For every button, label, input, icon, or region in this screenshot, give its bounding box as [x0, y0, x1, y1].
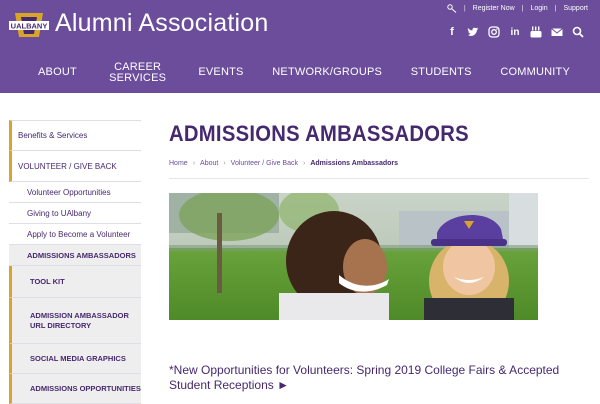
support-link[interactable]: Support	[563, 5, 588, 12]
nav-label: NETWORK/GROUPS	[272, 66, 383, 78]
register-link[interactable]: Register Now	[473, 5, 515, 12]
breadcrumb-home[interactable]: Home	[169, 160, 188, 167]
sidebar-item-tool-kit[interactable]: TOOL KIT	[9, 266, 141, 298]
sidebar-item-benefits[interactable]: Benefits & Services	[9, 120, 141, 151]
logo-text: UALBANY	[11, 22, 48, 31]
nav-about[interactable]: ABOUT	[38, 67, 77, 78]
chevron-right-icon: ›	[192, 160, 196, 167]
nav-community[interactable]: COMMUNITY	[500, 67, 570, 78]
utility-separator: |	[521, 5, 524, 12]
nav-label: ABOUT	[38, 66, 77, 78]
nav-label: COMMUNITY	[500, 66, 570, 78]
utility-links: | Register Now | Login | Support	[447, 4, 588, 13]
nav-career-services[interactable]: CAREER SERVICES	[106, 60, 170, 84]
sidebar-item-apply-volunteer[interactable]: Apply to Become a Volunteer	[9, 224, 141, 245]
email-icon[interactable]	[551, 26, 563, 38]
sidebar-item-social-media-graphics[interactable]: SOCIAL MEDIA GRAPHICS	[9, 344, 141, 374]
breadcrumb-volunteer[interactable]: Volunteer / Give Back	[231, 160, 298, 167]
main-nav: ABOUT CAREER SERVICES EVENTS NETWORK/GROU…	[0, 52, 600, 93]
divider	[169, 178, 589, 179]
sidebar-item-admissions-ambassadors[interactable]: ADMISSIONS AMBASSADORS	[9, 245, 141, 266]
breadcrumb-current: Admissions Ambassadors	[310, 160, 399, 167]
site-title[interactable]: Alumni Association	[55, 9, 268, 38]
youtube-icon[interactable]	[530, 26, 542, 38]
chevron-right-icon: ›	[223, 160, 226, 167]
sidebar-nav: Benefits & Services VOLUNTEER / GIVE BAC…	[9, 120, 141, 404]
nav-events[interactable]: EVENTS	[198, 67, 243, 78]
utility-separator: |	[554, 5, 557, 12]
nav-label: STUDENTS	[410, 66, 472, 78]
social-icons: f in	[446, 26, 584, 38]
sidebar-item-volunteer-opportunities[interactable]: Volunteer Opportunities	[9, 182, 141, 203]
facebook-icon[interactable]: f	[446, 26, 458, 38]
sidebar-item-url-directory[interactable]: ADMISSION AMBASSADOR URL DIRECTORY	[9, 298, 141, 344]
breadcrumb: Home › About › Volunteer / Give Back › A…	[169, 160, 398, 167]
ualbany-logo[interactable]: UALBANY	[9, 11, 49, 39]
sidebar-item-giving[interactable]: Giving to UAlbany	[9, 203, 141, 224]
header-top-bar: UALBANY Alumni Association | Register No…	[0, 0, 600, 48]
nav-label: EVENTS	[198, 66, 244, 78]
nav-label: CAREER	[114, 60, 162, 73]
nav-network-groups[interactable]: NETWORK/GROUPS	[272, 67, 382, 78]
login-link[interactable]: Login	[531, 5, 548, 12]
utility-separator: |	[463, 5, 466, 12]
breadcrumb-about[interactable]: About	[200, 160, 218, 167]
search-icon[interactable]	[572, 26, 584, 38]
linkedin-icon[interactable]: in	[509, 26, 521, 38]
site-header: UALBANY Alumni Association | Register No…	[0, 0, 600, 93]
hero-photo	[169, 193, 538, 320]
key-icon	[447, 4, 457, 13]
sidebar-item-admissions-opportunities[interactable]: ADMISSIONS OPPORTUNITIES	[9, 374, 141, 404]
twitter-icon[interactable]	[467, 26, 479, 38]
sidebar-item-volunteer[interactable]: VOLUNTEER / GIVE BACK	[9, 151, 141, 182]
chevron-right-icon: ›	[303, 160, 306, 167]
news-link[interactable]: *New Opportunities for Volunteers: Sprin…	[169, 363, 579, 393]
nav-label: SERVICES	[109, 71, 167, 84]
page-title: ADMISSIONS AMBASSADORS	[169, 121, 469, 146]
instagram-icon[interactable]	[488, 26, 500, 38]
nav-students[interactable]: STUDENTS	[411, 67, 472, 78]
